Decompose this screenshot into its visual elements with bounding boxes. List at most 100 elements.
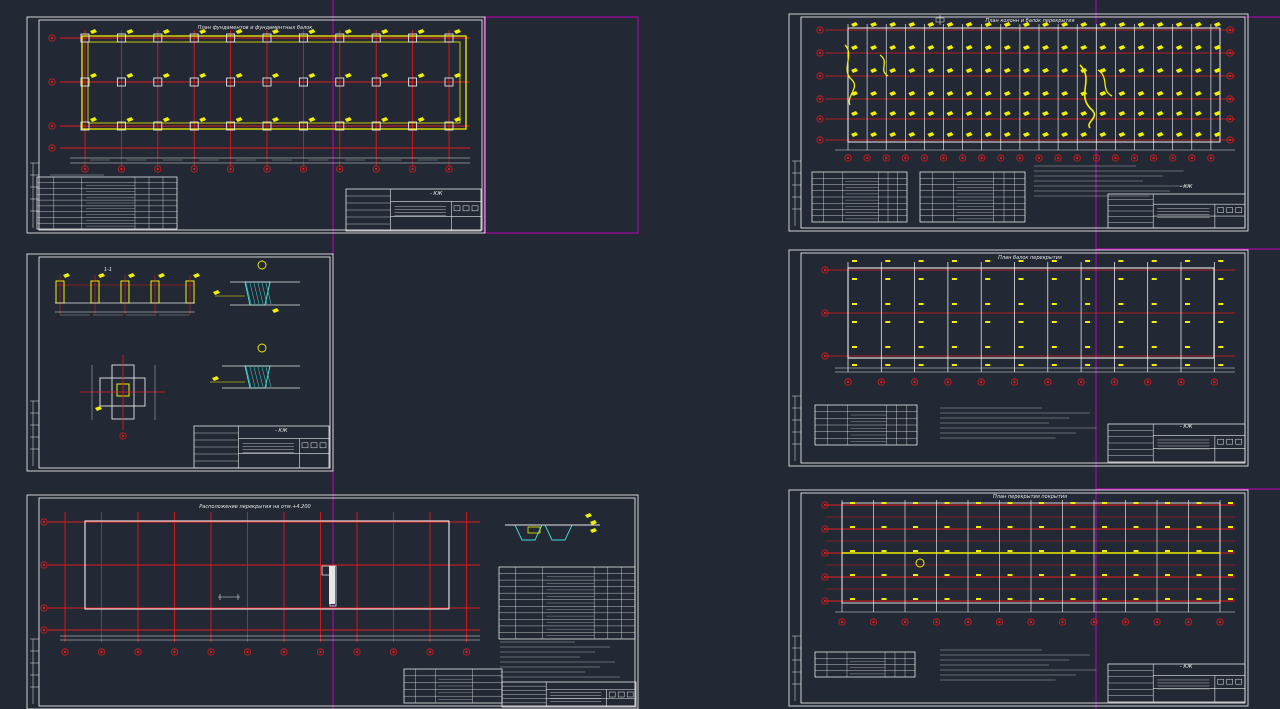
axis-bubble-dot xyxy=(63,650,67,654)
element-mark xyxy=(1137,22,1145,27)
element-mark xyxy=(95,406,102,411)
element-mark xyxy=(870,132,878,137)
axis-bubble-dot xyxy=(411,167,414,171)
element-mark xyxy=(1061,132,1069,137)
element-tag xyxy=(918,364,924,366)
axis-bubble-dot xyxy=(1228,138,1232,142)
element-mark xyxy=(193,273,200,278)
element-mark xyxy=(1175,132,1183,137)
sheet-title-column-plan: План колонн и балок перекрытия xyxy=(985,18,1075,24)
element-tag xyxy=(1007,550,1013,552)
element-tag xyxy=(885,303,891,305)
element-tag xyxy=(1039,502,1044,504)
axis-bubble-dot xyxy=(923,156,926,160)
element-tag xyxy=(850,598,855,600)
frame-outline xyxy=(847,27,1221,143)
element-tag xyxy=(1185,346,1190,348)
element-tag xyxy=(881,598,887,600)
axis-bubble-dot xyxy=(50,80,54,84)
axis-bubble-dot xyxy=(872,620,875,624)
element-mark xyxy=(927,91,935,96)
element-mark xyxy=(162,73,170,78)
axis-bubble-dot xyxy=(209,650,213,654)
axis-bubble-dot xyxy=(1037,156,1041,160)
element-tag xyxy=(1039,526,1044,528)
axis-bubble-dot xyxy=(120,167,123,171)
axis-bubble-dot xyxy=(1228,74,1232,78)
element-tag xyxy=(976,574,981,576)
element-tag xyxy=(1165,502,1170,504)
axis-bubble-dot xyxy=(998,620,1001,624)
element-mark xyxy=(965,22,973,27)
element-mark xyxy=(381,73,389,78)
axis-bubble-dot xyxy=(42,563,46,567)
sheet-stamp-column-plan: - КЖ xyxy=(1180,184,1193,190)
element-mark xyxy=(1156,111,1164,116)
element-mark xyxy=(308,117,316,122)
element-mark xyxy=(889,22,897,27)
element-tag xyxy=(1165,574,1170,576)
element-mark xyxy=(1137,111,1145,116)
element-tag xyxy=(944,502,950,504)
sheet-inner-frame xyxy=(38,19,483,231)
element-mark xyxy=(1080,45,1088,50)
axis-bubble-dot xyxy=(42,520,46,524)
stamp-cell xyxy=(1235,438,1242,445)
element-tag xyxy=(1085,303,1091,305)
axis-bubble-dot xyxy=(818,97,822,101)
cad-model-space[interactable] xyxy=(0,0,1280,709)
element-tag xyxy=(1133,574,1139,576)
element-mark xyxy=(870,68,878,73)
stamp-cell xyxy=(1226,438,1233,445)
element-mark xyxy=(870,22,878,27)
axis-bubble-dot xyxy=(946,380,950,384)
element-tag xyxy=(1196,550,1202,552)
element-mark xyxy=(889,91,897,96)
axis-bubble-dot xyxy=(42,606,46,610)
element-mark xyxy=(1061,111,1069,116)
cad-line xyxy=(253,282,260,305)
sheet-inner-frame xyxy=(800,492,1246,704)
element-mark xyxy=(1061,45,1069,50)
element-tag xyxy=(1085,260,1091,262)
element-tag xyxy=(1133,526,1139,528)
element-mark xyxy=(1042,132,1049,137)
element-mark xyxy=(272,73,279,78)
element-mark xyxy=(1175,45,1183,50)
axis-bubble-dot xyxy=(1113,380,1116,384)
element-tag xyxy=(918,260,924,262)
axis-bubble-dot xyxy=(846,156,850,160)
element-tag xyxy=(1007,526,1013,528)
element-mark xyxy=(1003,91,1011,96)
element-tag xyxy=(1118,260,1124,262)
axis-bubble-dot xyxy=(1209,156,1213,160)
element-mark xyxy=(1175,68,1183,73)
element-mark xyxy=(1194,91,1202,96)
axis-bubble-dot xyxy=(980,380,983,384)
element-mark xyxy=(417,29,425,34)
element-mark xyxy=(1156,91,1164,96)
element-mark xyxy=(851,111,858,116)
element-tag xyxy=(852,346,857,348)
axis-bubble-dot xyxy=(1171,156,1174,160)
element-tag xyxy=(1165,598,1170,600)
element-tag xyxy=(944,598,950,600)
element-mark xyxy=(1042,111,1049,116)
element-mark xyxy=(1042,45,1049,50)
element-tag xyxy=(1185,303,1190,305)
element-mark xyxy=(1003,68,1011,73)
element-mark xyxy=(1175,111,1183,116)
axis-bubble-dot xyxy=(465,650,468,654)
element-mark xyxy=(1194,132,1202,137)
element-tag xyxy=(1051,278,1057,280)
element-tag xyxy=(1039,574,1044,576)
element-mark xyxy=(965,68,973,73)
element-tag xyxy=(1018,303,1024,305)
element-tag xyxy=(1196,526,1202,528)
element-tag xyxy=(1185,321,1190,323)
element-mark xyxy=(965,132,973,137)
element-mark xyxy=(1156,68,1164,73)
element-mark xyxy=(908,45,916,50)
detail-scribble xyxy=(1079,64,1096,129)
element-mark xyxy=(927,45,935,50)
